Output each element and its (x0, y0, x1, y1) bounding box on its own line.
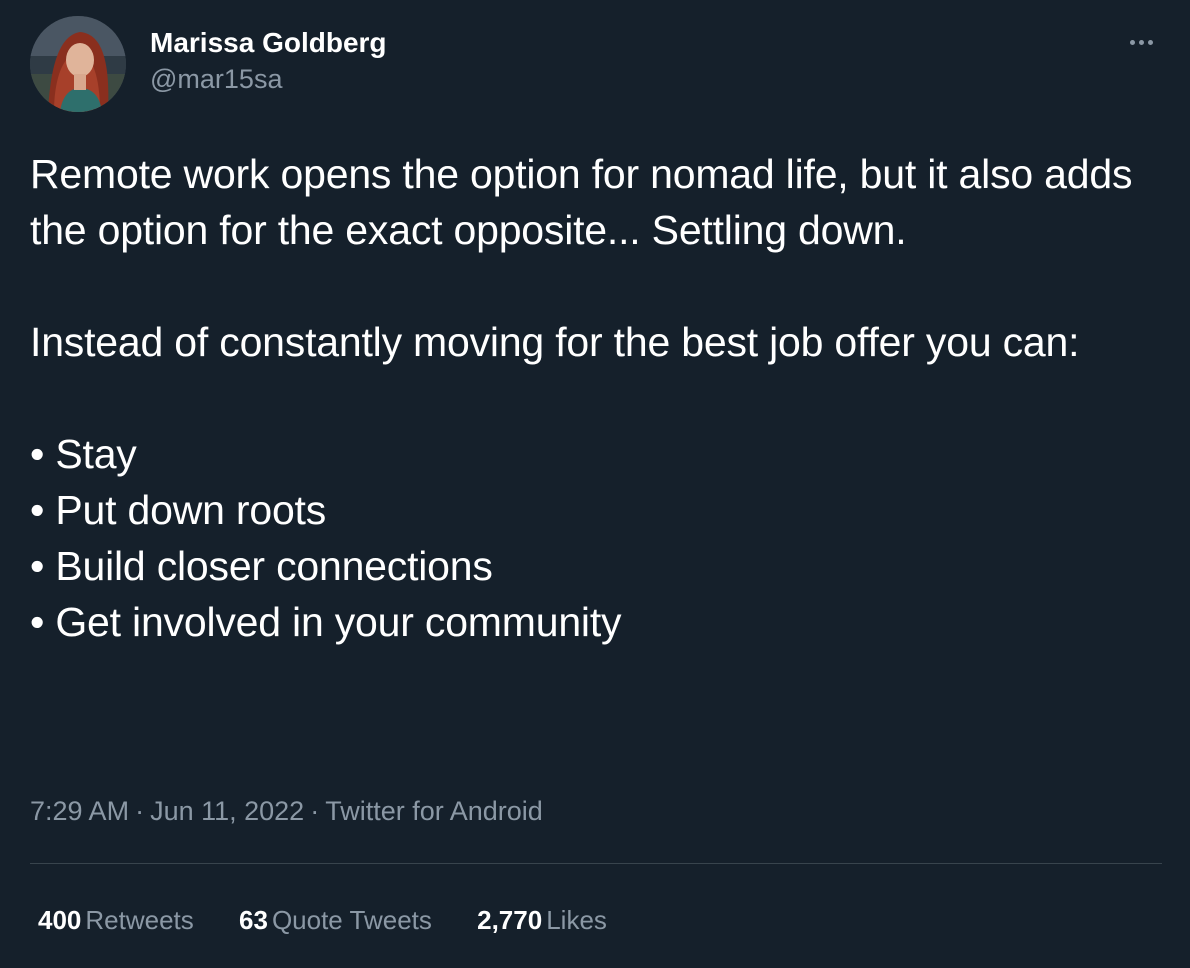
retweets-label: Retweets (85, 905, 194, 935)
retweets-count: 400 (38, 905, 82, 935)
more-horizontal-icon-dot (1139, 40, 1144, 45)
tweet-bullet-item: Get involved in your community (30, 594, 1160, 650)
likes-stat[interactable]: 2,770 Likes (477, 902, 607, 938)
tweet-text: Remote work opens the option for nomad l… (30, 146, 1160, 650)
quote-tweets-label: Quote Tweets (271, 905, 432, 935)
meta-separator: · (310, 796, 320, 826)
more-options-button[interactable] (1118, 26, 1166, 58)
author-display-name[interactable]: Marissa Goldberg (150, 26, 387, 60)
tweet-metadata: 7:29 AM · Jun 11, 2022 · Twitter for Android (30, 793, 543, 829)
tweet-bullet-item: Put down roots (30, 482, 1160, 538)
tweet-bullet-item: Build closer connections (30, 538, 1160, 594)
divider (30, 863, 1162, 864)
more-horizontal-icon-dot (1148, 40, 1153, 45)
avatar-image (30, 16, 126, 112)
quote-tweets-count: 63 (239, 905, 268, 935)
tweet-bullet-item: Stay (30, 426, 1160, 482)
likes-count: 2,770 (477, 905, 543, 935)
meta-separator: · (135, 796, 145, 826)
quote-tweets-stat[interactable]: 63 Quote Tweets (239, 902, 432, 938)
more-horizontal-icon (1130, 40, 1135, 45)
avatar[interactable] (30, 16, 126, 112)
author-info: Marissa Goldberg @mar15sa (150, 26, 387, 96)
tweet-time[interactable]: 7:29 AM (30, 796, 129, 826)
tweet-card: Marissa Goldberg @mar15sa Remote work op… (0, 0, 1190, 968)
likes-label: Likes (546, 905, 607, 935)
author-handle[interactable]: @mar15sa (150, 62, 387, 96)
tweet-source[interactable]: Twitter for Android (325, 796, 543, 826)
tweet-bullet-list: Stay Put down roots Build closer connect… (30, 426, 1160, 650)
tweet-date[interactable]: Jun 11, 2022 (150, 796, 304, 826)
tweet-stats: 400 Retweets 63 Quote Tweets 2,770 Likes (38, 902, 645, 938)
tweet-paragraph: Instead of constantly moving for the bes… (30, 319, 1080, 365)
tweet-paragraph: Remote work opens the option for nomad l… (30, 151, 1133, 253)
retweets-stat[interactable]: 400 Retweets (38, 902, 194, 938)
